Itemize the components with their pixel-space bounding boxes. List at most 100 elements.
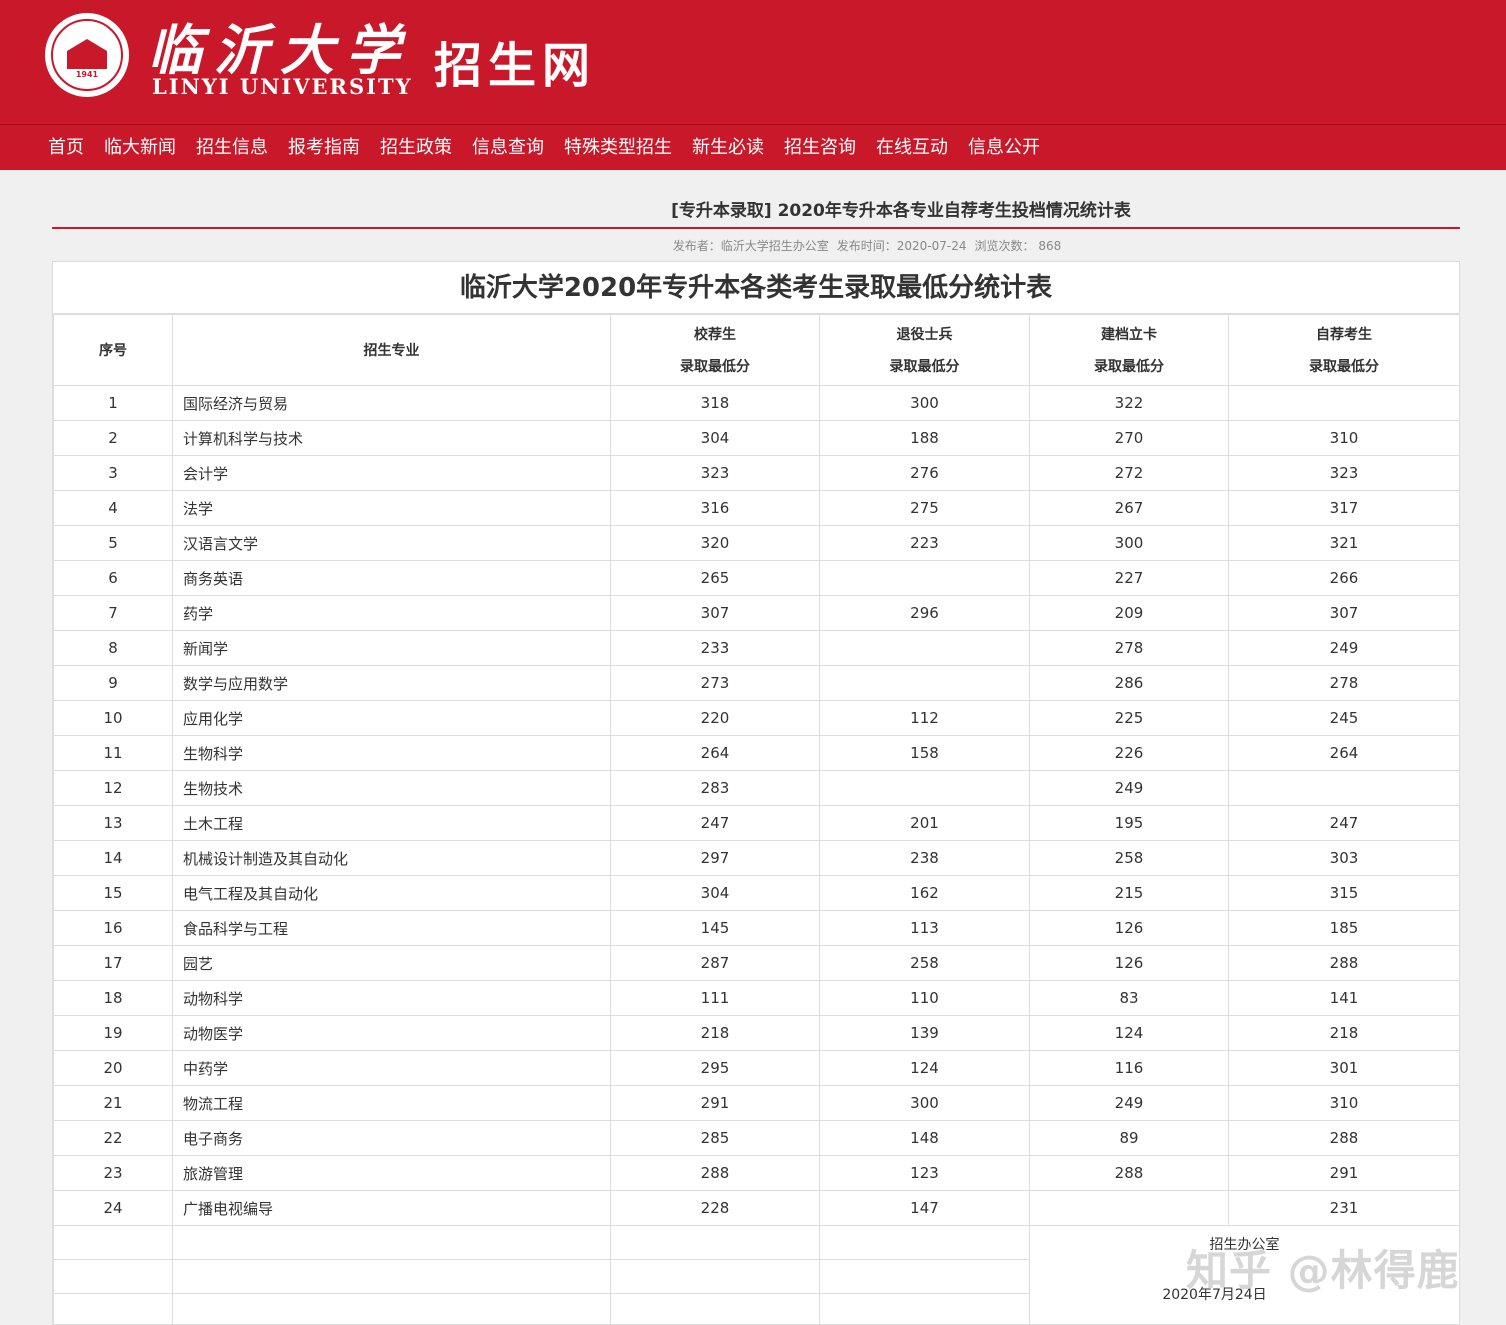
row-number: 4 [53, 490, 173, 526]
school-recommended-score: 318 [610, 385, 820, 421]
header-poverty-registered: 建档立卡 录取最低分 [1029, 314, 1229, 386]
row-number: 13 [53, 805, 173, 841]
publisher: 发布者：临沂大学招生办公室 [672, 239, 829, 253]
major-name: 商务英语 [172, 560, 611, 596]
self-recommended-score: 310 [1228, 420, 1459, 456]
school-recommended-score: 320 [610, 525, 820, 561]
self-recommended-score: 218 [1228, 1015, 1459, 1051]
school-recommended-score: 295 [610, 1050, 820, 1086]
table-row: 11 生物科学 264 158 226 264 [53, 735, 1459, 771]
major-name: 国际经济与贸易 [172, 385, 611, 421]
table-row: 8 新闻学 233 278 249 [53, 630, 1459, 666]
veterans-score [819, 665, 1030, 701]
header-sublabel: 录取最低分 [889, 359, 960, 375]
table-row: 17 园艺 287 258 126 288 [53, 945, 1459, 981]
table-row: 5 汉语言文学 320 223 300 321 [53, 525, 1459, 561]
nav-item[interactable]: 特殊类型招生 [554, 125, 682, 170]
row-number: 24 [53, 1190, 173, 1226]
school-recommended-score: 291 [610, 1085, 820, 1121]
row-number: 16 [53, 910, 173, 946]
table-row: 18 动物科学 111 110 83 141 [53, 980, 1459, 1016]
self-recommended-score: 278 [1228, 665, 1459, 701]
row-number: 20 [53, 1050, 173, 1086]
university-seal-logo[interactable]: 1941 [42, 10, 132, 100]
row-number: 3 [53, 455, 173, 491]
nav-item[interactable]: 招生政策 [370, 125, 462, 170]
row-number: 7 [53, 595, 173, 631]
self-recommended-score [1228, 385, 1459, 421]
table-row: 2 计算机科学与技术 304 188 270 310 [53, 420, 1459, 456]
nav-item[interactable]: 在线互动 [866, 125, 958, 170]
table-row: 21 物流工程 291 300 249 310 [53, 1085, 1459, 1121]
table-row: 12 生物技术 283 249 [53, 770, 1459, 806]
site-name: 招生网 [434, 38, 597, 94]
table-row: 19 动物医学 218 139 124 218 [53, 1015, 1459, 1051]
self-recommended-score: 317 [1228, 490, 1459, 526]
veterans-score: 276 [819, 455, 1030, 491]
seal-year: 1941 [75, 70, 99, 79]
veterans-score: 139 [819, 1015, 1030, 1051]
veterans-score: 296 [819, 595, 1030, 631]
row-number: 22 [53, 1120, 173, 1156]
self-recommended-score: 249 [1228, 630, 1459, 666]
row-number: 18 [53, 980, 173, 1016]
self-recommended-score: 303 [1228, 840, 1459, 876]
nav-item[interactable]: 新生必读 [682, 125, 774, 170]
veterans-score: 113 [819, 910, 1030, 946]
school-recommended-score: 283 [610, 770, 820, 806]
table-row: 24 广播电视编导 228 147 231 [53, 1190, 1459, 1226]
major-name: 机械设计制造及其自动化 [172, 840, 611, 876]
major-name: 中药学 [172, 1050, 611, 1086]
table-row: 16 食品科学与工程 145 113 126 185 [53, 910, 1459, 946]
major-name: 食品科学与工程 [172, 910, 611, 946]
poverty-registered-score: 286 [1029, 665, 1229, 701]
publish-time: 发布时间：2020-07-24 [836, 239, 967, 253]
header-label: 自荐考生 [1316, 327, 1372, 343]
empty-cell [610, 1259, 820, 1294]
poverty-registered-score: 258 [1029, 840, 1229, 876]
poverty-registered-score: 126 [1029, 945, 1229, 981]
poverty-registered-score: 215 [1029, 875, 1229, 911]
table-row: 13 土木工程 247 201 195 247 [53, 805, 1459, 841]
major-name: 数学与应用数学 [172, 665, 611, 701]
poverty-registered-score: 270 [1029, 420, 1229, 456]
nav-item[interactable]: 临大新闻 [94, 125, 186, 170]
table-row: 6 商务英语 265 227 266 [53, 560, 1459, 596]
row-number: 23 [53, 1155, 173, 1191]
table-row: 3 会计学 323 276 272 323 [53, 455, 1459, 491]
empty-cell [610, 1293, 820, 1324]
article-meta: 发布者：临沂大学招生办公室 发布时间：2020-07-24 浏览次数： 868 [52, 237, 1460, 254]
nav-item[interactable]: 招生信息 [186, 125, 278, 170]
nav-item[interactable]: 招生咨询 [774, 125, 866, 170]
nav-item[interactable]: 信息查询 [462, 125, 554, 170]
school-recommended-score: 218 [610, 1015, 820, 1051]
table-row: 20 中药学 295 124 116 301 [53, 1050, 1459, 1086]
veterans-score [819, 770, 1030, 806]
poverty-registered-score: 83 [1029, 980, 1229, 1016]
poverty-registered-score: 278 [1029, 630, 1229, 666]
poverty-registered-score: 249 [1029, 770, 1229, 806]
nav-item[interactable]: 报考指南 [278, 125, 370, 170]
nav-item[interactable]: 信息公开 [958, 125, 1050, 170]
self-recommended-score: 185 [1228, 910, 1459, 946]
veterans-score [819, 630, 1030, 666]
school-recommended-score: 273 [610, 665, 820, 701]
school-recommended-score: 316 [610, 490, 820, 526]
school-recommended-score: 323 [610, 455, 820, 491]
header-sublabel: 录取最低分 [1309, 359, 1379, 375]
veterans-score: 147 [819, 1190, 1030, 1226]
poverty-registered-score: 249 [1029, 1085, 1229, 1121]
view-count: 浏览次数： 868 [974, 239, 1062, 253]
self-recommended-score: 245 [1228, 700, 1459, 736]
veterans-score: 300 [819, 385, 1030, 421]
score-table-container: 临沂大学2020年专升本各类考生录取最低分统计表 序号 招生专业 校荐生 录取最低… [52, 261, 1460, 1325]
table-row: 22 电子商务 285 148 89 288 [53, 1120, 1459, 1156]
major-name: 新闻学 [172, 630, 611, 666]
veterans-score: 275 [819, 490, 1030, 526]
header-veterans: 退役士兵 录取最低分 [819, 314, 1030, 386]
poverty-registered-score: 209 [1029, 595, 1229, 631]
zhihu-watermark: 知乎 @林得鹿 [1186, 1246, 1460, 1295]
self-recommended-score: 307 [1228, 595, 1459, 631]
major-name: 土木工程 [172, 805, 611, 841]
nav-item[interactable]: 首页 [38, 125, 94, 170]
